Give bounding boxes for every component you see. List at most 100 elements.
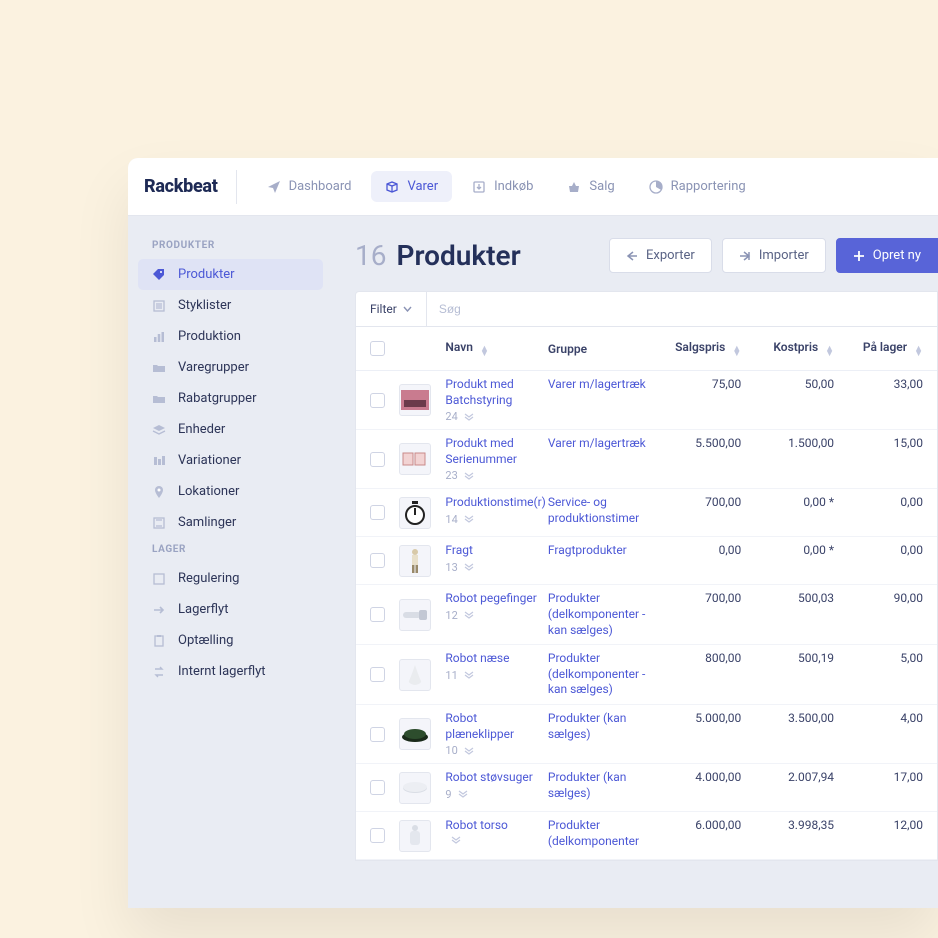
- chevron-down-icon[interactable]: [464, 515, 474, 523]
- import-button[interactable]: Importer: [722, 238, 826, 273]
- sidebar-item-label: Lagerflyt: [178, 602, 228, 617]
- select-all-checkbox[interactable]: [370, 341, 385, 356]
- nav-item-varer[interactable]: Varer: [371, 171, 452, 202]
- product-group-link[interactable]: Produkter (delkomponenter - kan sælges): [548, 651, 645, 696]
- sidebar-item-samlinger[interactable]: Samlinger: [138, 507, 323, 538]
- stock-header[interactable]: På lager ▲▼: [834, 340, 923, 357]
- sidebar-item-styklister[interactable]: Styklister: [138, 290, 323, 321]
- product-name-link[interactable]: Produkt med Batchstyring: [445, 377, 547, 408]
- row-checkbox[interactable]: [370, 505, 385, 520]
- product-seq: 10: [445, 744, 457, 757]
- product-group-link[interactable]: Fragtprodukter: [548, 543, 627, 557]
- product-seq: 24: [445, 410, 457, 423]
- product-group-link[interactable]: Varer m/lagertræk: [548, 377, 646, 391]
- sales-price: 700,00: [654, 495, 741, 509]
- product-group-link[interactable]: Produkter (delkomponenter: [548, 818, 639, 848]
- product-name-link[interactable]: Robot pegefinger: [445, 591, 547, 607]
- sidebar-item-rabatgrupper[interactable]: Rabatgrupper: [138, 383, 323, 414]
- table-row: Produktionstime(r)14Service- og produkti…: [356, 489, 937, 537]
- cost-price: 50,00: [741, 377, 834, 391]
- export-icon: [626, 250, 638, 262]
- create-button[interactable]: Opret ny: [836, 238, 938, 273]
- sidebar-item-lokationer[interactable]: Lokationer: [138, 476, 323, 507]
- nav-item-indkob[interactable]: Indkøb: [458, 171, 547, 202]
- product-thumbnail: [399, 772, 431, 804]
- row-checkbox[interactable]: [370, 452, 385, 467]
- sidebar-item-variationer[interactable]: Variationer: [138, 445, 323, 476]
- sales-header[interactable]: Salgspris ▲▼: [654, 340, 741, 357]
- clipboard-icon: [152, 634, 166, 648]
- product-thumbnail: [399, 820, 431, 852]
- chevron-down-icon[interactable]: [464, 671, 474, 679]
- chevron-down-icon[interactable]: [458, 790, 468, 798]
- sort-icon: ▲▼: [914, 347, 923, 357]
- sidebar-item-produktion[interactable]: Produktion: [138, 321, 323, 352]
- row-checkbox[interactable]: [370, 553, 385, 568]
- nav-item-rapportering[interactable]: Rapportering: [635, 171, 760, 202]
- row-checkbox[interactable]: [370, 667, 385, 682]
- search-input[interactable]: [427, 292, 937, 326]
- row-checkbox[interactable]: [370, 607, 385, 622]
- table-row: Fragt13Fragtprodukter0,000,00 *0,00: [356, 537, 937, 585]
- product-name-link[interactable]: Robot støvsuger: [445, 770, 547, 786]
- product-name-link[interactable]: Produkt med Serienummer: [445, 436, 547, 467]
- nav-label: Varer: [407, 179, 438, 194]
- product-name-link[interactable]: Robot torso: [445, 818, 547, 834]
- swap-icon: [152, 665, 166, 679]
- sidebar-item-optaelling[interactable]: Optælling: [138, 625, 323, 656]
- row-checkbox[interactable]: [370, 828, 385, 843]
- nav-item-dashboard[interactable]: Dashboard: [253, 171, 366, 202]
- product-group-link[interactable]: Produkter (kan sælges): [548, 711, 627, 741]
- sidebar-item-internt[interactable]: Internt lagerflyt: [138, 656, 323, 687]
- product-group-link[interactable]: Produkter (delkomponenter - kan sælges): [548, 591, 645, 636]
- row-checkbox[interactable]: [370, 727, 385, 742]
- sidebar-item-label: Optælling: [178, 633, 233, 648]
- sales-price: 5.500,00: [654, 436, 741, 450]
- sidebar-item-label: Internt lagerflyt: [178, 664, 266, 679]
- chevron-down-icon[interactable]: [464, 472, 474, 480]
- sales-price: 75,00: [654, 377, 741, 391]
- cost-price: 0,00 *: [741, 495, 834, 509]
- products-panel: Filter Navn ▲▼: [355, 291, 938, 861]
- brand-logo: Rackbeat: [144, 170, 237, 204]
- nav-item-salg[interactable]: Salg: [553, 171, 628, 202]
- product-name-link[interactable]: Produktionstime(r): [445, 495, 547, 511]
- product-group-link[interactable]: Varer m/lagertræk: [548, 436, 646, 450]
- product-thumbnail: [399, 497, 431, 529]
- chevron-down-icon[interactable]: [451, 836, 461, 844]
- row-checkbox[interactable]: [370, 393, 385, 408]
- cost-header[interactable]: Kostpris ▲▼: [741, 340, 834, 357]
- cost-price: 3.998,35: [741, 818, 834, 832]
- chevron-down-icon[interactable]: [464, 611, 474, 619]
- basket-icon: [567, 180, 581, 194]
- group-header[interactable]: Gruppe: [548, 342, 654, 356]
- plus-icon: [853, 250, 865, 262]
- table-row: Robot plæneklipper 10 Produkter (kan sælge…: [356, 705, 937, 764]
- product-name-link[interactable]: Fragt: [445, 543, 547, 559]
- export-button[interactable]: Exporter: [609, 238, 712, 273]
- chevron-down-icon[interactable]: [464, 747, 474, 755]
- name-header[interactable]: Navn ▲▼: [445, 340, 547, 357]
- sidebar-item-enheder[interactable]: Enheder: [138, 414, 323, 445]
- stock-qty: 0,00: [834, 495, 923, 509]
- filter-button[interactable]: Filter: [356, 292, 427, 326]
- sidebar-item-lagerflyt[interactable]: Lagerflyt: [138, 594, 323, 625]
- sidebar-item-label: Enheder: [178, 422, 225, 437]
- sidebar-item-label: Regulering: [178, 571, 239, 586]
- product-group-link[interactable]: Produkter (kan sælges): [548, 770, 627, 800]
- filter-bar: Filter: [356, 292, 937, 327]
- sidebar-item-produkter[interactable]: Produkter: [138, 259, 323, 290]
- product-name-link[interactable]: Robot næse: [445, 651, 547, 667]
- chevron-down-icon[interactable]: [464, 413, 474, 421]
- product-group-link[interactable]: Service- og produktionstimer: [548, 495, 639, 525]
- chevron-down-icon[interactable]: [464, 563, 474, 571]
- import-icon: [739, 250, 751, 262]
- sidebar: PRODUKTERProdukterStyklisterProduktionVa…: [128, 216, 333, 908]
- bars-icon: [152, 330, 166, 344]
- sidebar-item-varegrupper[interactable]: Varegrupper: [138, 352, 323, 383]
- sort-icon: ▲▼: [732, 347, 741, 357]
- sidebar-item-regulering[interactable]: Regulering: [138, 563, 323, 594]
- nav-label: Rapportering: [671, 179, 746, 194]
- product-name-link[interactable]: Robot plæneklipper: [445, 711, 547, 742]
- row-checkbox[interactable]: [370, 780, 385, 795]
